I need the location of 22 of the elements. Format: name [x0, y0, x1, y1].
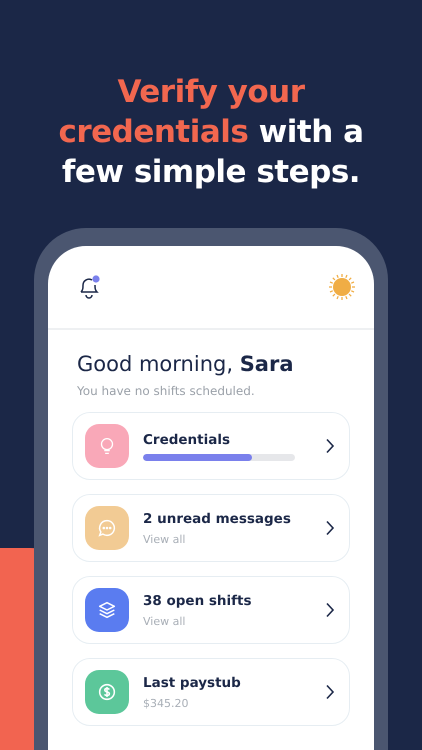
chevron-icon [325, 684, 335, 700]
greeting: Good morning, Sara [77, 352, 295, 376]
card-title: 2 unread messages [143, 510, 292, 526]
chevron-icon [325, 438, 335, 454]
card-subtitle: View all [143, 614, 186, 628]
layers-icon [96, 599, 118, 621]
dashboard-card[interactable]: Credentials [72, 412, 350, 480]
schedule-note: You have no shifts scheduled. [77, 384, 256, 398]
chevron-icon [325, 520, 335, 536]
card-title: Credentials [143, 432, 232, 448]
headline: Verify your credentials with a few simple steps. [57, 73, 365, 192]
sun-icon [328, 273, 356, 301]
dashboard-card[interactable]: Last paystub $345.20 [72, 658, 350, 726]
card-title: Last paystub [143, 674, 242, 690]
card-subtitle: $345.20 [143, 696, 190, 710]
chat-icon [96, 517, 118, 539]
chevron-icon [325, 602, 335, 618]
card-title: 38 open shifts [143, 592, 253, 608]
card-subtitle: View all [143, 532, 186, 546]
dashboard-card[interactable]: 2 unread messages View all [72, 494, 350, 562]
dollar-icon [96, 681, 118, 703]
dashboard-card[interactable]: 38 open shifts View all [72, 576, 350, 644]
